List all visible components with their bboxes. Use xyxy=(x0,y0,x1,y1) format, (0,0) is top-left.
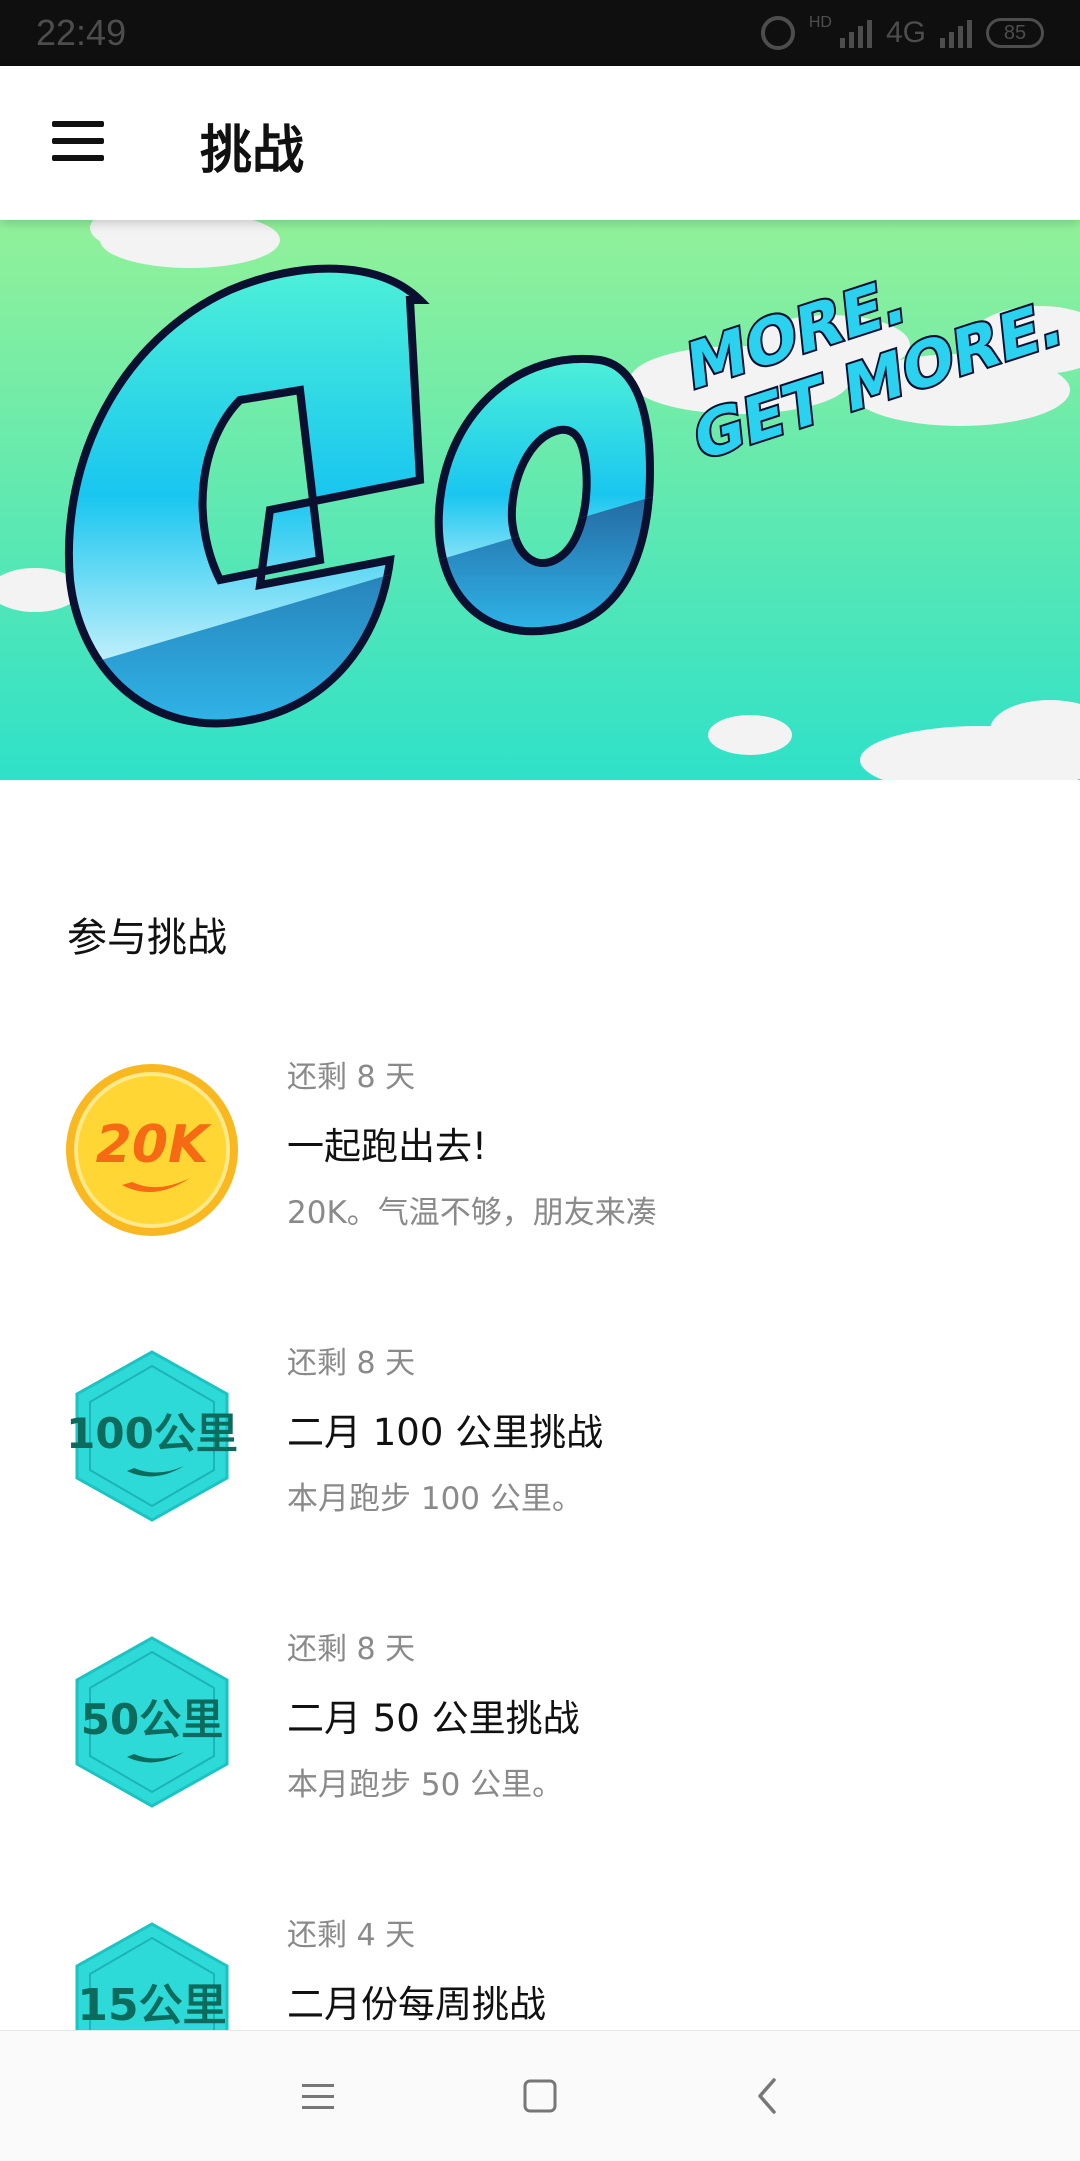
alarm-icon xyxy=(760,16,795,50)
signal-icon xyxy=(839,18,872,48)
recent-apps-icon[interactable] xyxy=(288,2066,348,2126)
app-bar: 挑战 xyxy=(0,66,1080,220)
coin-badge-icon: 20K xyxy=(66,1064,238,1236)
challenge-remaining: 还剩 4 天 xyxy=(287,1918,416,1953)
network-label: 4G xyxy=(885,16,926,49)
challenge-title: 一起跑出去! xyxy=(287,1125,487,1168)
challenge-remaining: 还剩 8 天 xyxy=(287,1060,416,1095)
status-time: 22:49 xyxy=(36,12,127,53)
banner-artwork: MORE. GET MORE. xyxy=(0,220,1080,780)
challenge-item-1[interactable]: 20K 还剩 8 天 一起跑出去! 20K。气温不够，朋友来凑 xyxy=(0,1030,1080,1280)
battery-level: 85 xyxy=(1003,21,1027,44)
badge-text: 20K xyxy=(96,1115,212,1175)
badge-text: 100公里 xyxy=(66,1409,238,1458)
page-title: 挑战 xyxy=(200,121,305,181)
hexagon-badge-icon: 100公里 xyxy=(66,1350,238,1522)
challenge-remaining: 还剩 8 天 xyxy=(287,1346,416,1381)
signal-icon-2 xyxy=(940,18,972,48)
challenge-title: 二月 100 公里挑战 xyxy=(287,1411,604,1454)
badge-text: 50公里 xyxy=(81,1695,223,1744)
system-nav-bar xyxy=(0,2030,1080,2161)
challenge-item-2[interactable]: 100公里 还剩 8 天 二月 100 公里挑战 本月跑步 100 公里。 xyxy=(0,1316,1080,1566)
badge-text: 15公里 xyxy=(77,1980,226,2031)
home-square-icon[interactable] xyxy=(510,2066,570,2126)
challenge-remaining: 还剩 8 天 xyxy=(287,1632,416,1667)
battery-icon: 85 xyxy=(986,18,1044,48)
challenge-banner[interactable]: MORE. GET MORE. xyxy=(0,220,1080,780)
challenge-item-3[interactable]: 50公里 还剩 8 天 二月 50 公里挑战 本月跑步 50 公里。 xyxy=(0,1602,1080,1852)
status-icons: HD 4G 85 xyxy=(760,14,1044,50)
challenge-description: 本月跑步 100 公里。 xyxy=(287,1481,583,1517)
hexagon-badge-icon: 50公里 xyxy=(75,1636,229,1808)
challenge-description: 本月跑步 50 公里。 xyxy=(287,1767,564,1803)
section-title: 参与挑战 xyxy=(67,915,227,961)
status-bar: 22:49 HD 4G 85 xyxy=(0,0,1080,66)
back-chevron-icon[interactable] xyxy=(738,2066,798,2126)
hd-label: HD xyxy=(808,14,832,31)
challenge-description: 20K。气温不够，朋友来凑 xyxy=(287,1195,657,1231)
challenge-title: 二月份每周挑战 xyxy=(287,1983,546,2026)
hamburger-menu-icon[interactable] xyxy=(52,121,104,161)
challenge-title: 二月 50 公里挑战 xyxy=(287,1697,580,1740)
